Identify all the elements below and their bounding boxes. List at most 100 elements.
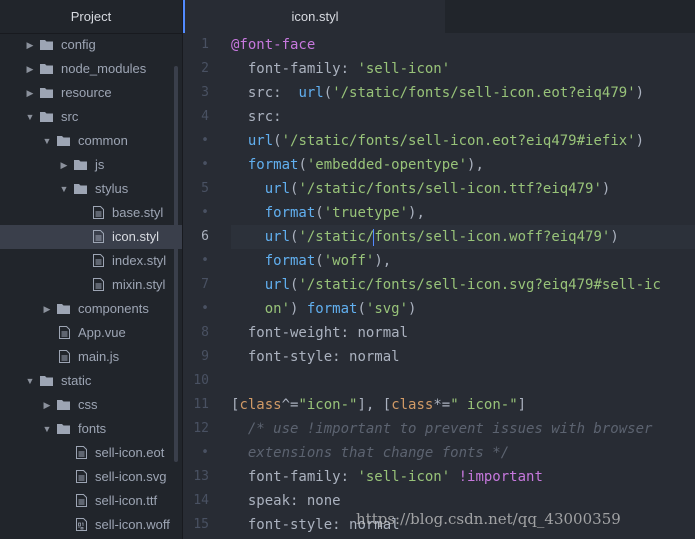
chevron-right-icon[interactable]: ▶ — [24, 81, 36, 105]
code-line[interactable]: format('truetype'), — [231, 201, 695, 225]
tree-folder-js[interactable]: ▶ js — [0, 153, 182, 177]
code-token: : — [332, 349, 350, 365]
code-line[interactable]: url('/static/fonts/sell-icon.ttf?eiq479'… — [231, 177, 695, 201]
code-token: ( — [298, 157, 307, 173]
tree-file-app-vue[interactable]: App.vue — [0, 321, 182, 345]
code-token: font-style — [231, 517, 333, 533]
code-token: speak — [231, 493, 291, 509]
code-token: : — [273, 85, 299, 101]
tree-file-sell-icon-woff[interactable]: sell-icon.woff — [0, 513, 182, 537]
code-token: url — [264, 277, 291, 293]
code-token: 'sell-icon' — [357, 469, 451, 485]
folder-icon — [57, 135, 70, 146]
folder-icon — [40, 111, 53, 122]
chevron-right-icon[interactable]: ▶ — [24, 57, 36, 81]
tree-item-label: mixin.styl — [112, 277, 166, 292]
code-line[interactable]: font-style: normal — [231, 345, 695, 369]
code-token: : — [340, 469, 358, 485]
folder-icon — [40, 375, 53, 386]
tree-folder-node-modules[interactable]: ▶ node_modules — [0, 57, 182, 81]
folder-icon — [40, 63, 53, 74]
code-token: none — [306, 493, 341, 509]
code-line[interactable]: extensions that change fonts */ — [231, 441, 695, 465]
tree-item-label: fonts — [78, 421, 107, 436]
code-token: on' — [231, 301, 291, 317]
tree-item-label: resource — [61, 85, 112, 100]
code-line[interactable]: src: url('/static/fonts/sell-icon.eot?ei… — [231, 81, 695, 105]
code-line[interactable]: /* use !important to prevent issues with… — [231, 417, 695, 441]
tree-file-mixin-styl[interactable]: mixin.styl — [0, 273, 182, 297]
tree-folder-stylus[interactable]: ▼ stylus — [0, 177, 182, 201]
tree-folder-components[interactable]: ▶ components — [0, 297, 182, 321]
code-token: ( — [315, 253, 324, 269]
chevron-down-icon[interactable]: ▼ — [58, 177, 70, 201]
file-icon — [59, 326, 72, 339]
code-line[interactable]: font-family: 'sell-icon' !important — [231, 465, 695, 489]
tree-file-icon-styl[interactable]: icon.styl — [0, 225, 182, 249]
tab-icon-styl[interactable]: icon.styl — [183, 0, 445, 33]
tree-folder-config[interactable]: ▶ config — [0, 33, 182, 57]
code-line[interactable]: src: — [231, 105, 695, 129]
tree-folder-src[interactable]: ▼ src — [0, 105, 182, 129]
tree-item-label: js — [95, 157, 105, 172]
tree-file-sell-icon-eot[interactable]: sell-icon.eot — [0, 441, 182, 465]
code-token: format — [264, 205, 316, 221]
tree-file-sell-icon-svg[interactable]: sell-icon.svg — [0, 465, 182, 489]
line-number: 3 — [201, 85, 209, 100]
chevron-down-icon[interactable]: ▼ — [41, 129, 53, 153]
tree-item-label: config — [61, 37, 96, 52]
code-editor[interactable]: 1 2 3 4 • • 5 • 6 • 7 • 8 9 10 11 12 • 13 14 15 @font-face f… — [183, 33, 695, 539]
code-token: ) — [601, 181, 611, 197]
chevron-down-icon[interactable]: ▼ — [24, 369, 36, 393]
chevron-right-icon[interactable]: ▶ — [41, 393, 53, 417]
binary-file-icon — [76, 518, 89, 531]
code-token: class — [391, 397, 434, 413]
code-area[interactable]: @font-face font-family: 'sell-icon' src:… — [231, 33, 695, 539]
line-number: 9 — [201, 349, 209, 364]
code-line[interactable]: font-family: 'sell-icon' — [231, 57, 695, 81]
code-line[interactable]: [class^="icon-"], [class*=" icon-"] — [231, 393, 695, 417]
tree-item-label: index.styl — [112, 253, 167, 268]
tree-file-main-js[interactable]: main.js — [0, 345, 182, 369]
chevron-right-icon[interactable]: ▶ — [41, 297, 53, 321]
chevron-down-icon[interactable]: ▼ — [24, 105, 36, 129]
code-token: class — [239, 397, 282, 413]
code-line[interactable]: url('/static/fonts/sell-icon.woff?eiq479… — [231, 225, 695, 249]
tree-folder-fonts[interactable]: ▼ fonts — [0, 417, 182, 441]
chevron-right-icon[interactable]: ▶ — [24, 33, 36, 57]
line-number: • — [201, 133, 209, 148]
tree-folder-common[interactable]: ▼ common — [0, 129, 182, 153]
chevron-down-icon[interactable]: ▼ — [41, 417, 53, 441]
code-token: /* use !important to prevent issues with… — [231, 421, 653, 437]
tree-item-label: node_modules — [61, 61, 147, 76]
code-line[interactable]: url('/static/fonts/sell-icon.eot?eiq479#… — [231, 129, 695, 153]
code-line[interactable]: format('embedded-opentype'), — [231, 153, 695, 177]
code-line[interactable]: on') format('svg') — [231, 297, 695, 321]
chevron-right-icon[interactable]: ▶ — [58, 153, 70, 177]
line-number: • — [201, 205, 209, 220]
code-token: ) — [610, 229, 619, 245]
code-line[interactable] — [231, 369, 695, 393]
tree-folder-css[interactable]: ▶ css — [0, 393, 182, 417]
code-line[interactable]: font-weight: normal — [231, 321, 695, 345]
tree-file-index-styl[interactable]: index.styl — [0, 249, 182, 273]
code-token: 'sell-icon' — [357, 61, 451, 77]
tree-file-sell-icon-ttf[interactable]: sell-icon.ttf — [0, 489, 182, 513]
tree-item-label: sell-icon.ttf — [95, 493, 158, 508]
folder-icon — [57, 423, 70, 434]
code-line[interactable]: @font-face — [231, 33, 695, 57]
sidebar-scrollbar[interactable] — [174, 66, 178, 462]
line-number: 7 — [201, 277, 209, 292]
tree-folder-resource[interactable]: ▶ resource — [0, 81, 182, 105]
code-token: normal — [349, 349, 400, 365]
line-number: 12 — [193, 421, 209, 436]
file-icon — [59, 350, 72, 363]
tree-folder-static[interactable]: ▼ static — [0, 369, 182, 393]
file-icon — [93, 230, 106, 243]
code-line[interactable]: url('/static/fonts/sell-icon.svg?eiq479#… — [231, 273, 695, 297]
tree-file-base-styl[interactable]: base.styl — [0, 201, 182, 225]
code-line[interactable]: format('woff'), — [231, 249, 695, 273]
